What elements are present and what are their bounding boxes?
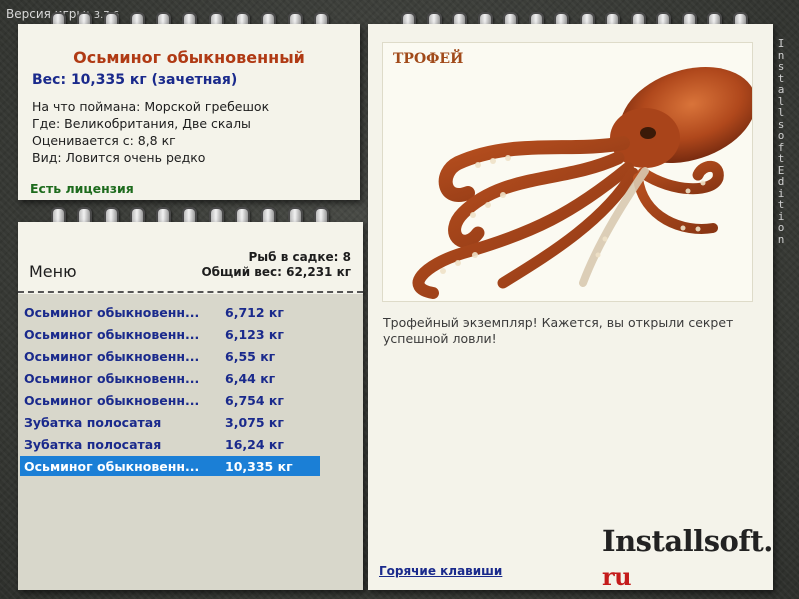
menu-button[interactable]: Меню: [29, 262, 77, 281]
list-item[interactable]: Осьминог обыкновенн... 6,712 кг: [20, 302, 320, 322]
trophy-panel: ТРОФЕЙ Трофейный экземпляр! Кажется, вы …: [368, 24, 773, 592]
list-item-name: Осьминог обыкновенн...: [24, 349, 200, 364]
list-item-weight: 6,123 кг: [225, 327, 284, 342]
list-item[interactable]: Зубатка полосатая 16,24 кг: [20, 434, 320, 454]
trophy-caption: Трофейный экземпляр! Кажется, вы открыли…: [383, 315, 734, 346]
fish-name: Осьминог обыкновенный: [73, 48, 305, 67]
edition-label: Installsoft Edition: [777, 37, 785, 246]
octopus-image: [412, 67, 752, 299]
list-item[interactable]: Осьминог обыкновенн... 6,44 кг: [20, 368, 320, 388]
logo-tld: ru: [602, 562, 632, 591]
list-item-weight: 6,44 кг: [225, 371, 276, 386]
logo-main: Installsoft.: [602, 524, 773, 558]
list-item-name: Осьминог обыкновенн...: [24, 305, 200, 320]
catch-stats: Рыб в садке: 8 Общий вес: 62,231 кг: [201, 250, 351, 280]
fish-weight: Вес: 10,335 кг (зачетная): [32, 72, 238, 88]
list-item-name: Осьминог обыкновенн...: [24, 371, 200, 386]
catch-list-card: Меню Рыб в садке: 8 Общий вес: 62,231 кг…: [18, 222, 363, 590]
license-status: Есть лицензия: [30, 181, 134, 196]
list-item-weight: 6,712 кг: [225, 305, 284, 320]
location: Где: Великобритания, Две скалы: [32, 116, 251, 131]
fish-kind: Вид: Ловится очень редко: [32, 150, 206, 165]
list-item[interactable]: Осьминог обыкновенн... 6,123 кг: [20, 324, 320, 344]
catch-list: Осьминог обыкновенн... 6,712 кг Осьминог…: [18, 294, 363, 590]
total-weight: Общий вес: 62,231 кг: [201, 265, 351, 279]
fish-count: Рыб в садке: 8: [248, 250, 352, 264]
list-item-weight: 10,335 кг: [225, 459, 293, 474]
fish-info-card: Осьминог обыкновенный Вес: 10,335 кг (за…: [18, 24, 360, 200]
list-item-weight: 16,24 кг: [225, 437, 284, 452]
list-item-weight: 3,075 кг: [225, 415, 284, 430]
list-item-name: Осьминог обыкновенн...: [24, 393, 200, 408]
list-item-name: Зубатка полосатая: [24, 415, 162, 430]
list-item-name: Осьминог обыкновенн...: [24, 459, 200, 474]
fish-details: На что поймана: Морской гребешок Где: Ве…: [32, 98, 360, 166]
trophy-photo: ТРОФЕЙ: [382, 42, 753, 302]
list-item[interactable]: Зубатка полосатая 3,075 кг: [20, 412, 320, 432]
list-item-weight: 6,754 кг: [225, 393, 284, 408]
valued-from: Оценивается с: 8,8 кг: [32, 133, 176, 148]
list-item-selected[interactable]: Осьминог обыкновенн... 10,335 кг: [20, 456, 320, 476]
list-item-name: Зубатка полосатая: [24, 437, 162, 452]
list-item-name: Осьминог обыкновенн...: [24, 327, 200, 342]
list-item[interactable]: Осьминог обыкновенн... 6,55 кг: [20, 346, 320, 366]
installsoft-logo: Installsoft. ru: [602, 524, 773, 592]
list-item[interactable]: Осьминог обыкновенн... 6,754 кг: [20, 390, 320, 410]
list-item-weight: 6,55 кг: [225, 349, 276, 364]
divider: [18, 291, 363, 293]
caught-on: На что поймана: Морской гребешок: [32, 99, 270, 114]
hotkeys-link[interactable]: Горячие клавиши: [379, 564, 502, 578]
